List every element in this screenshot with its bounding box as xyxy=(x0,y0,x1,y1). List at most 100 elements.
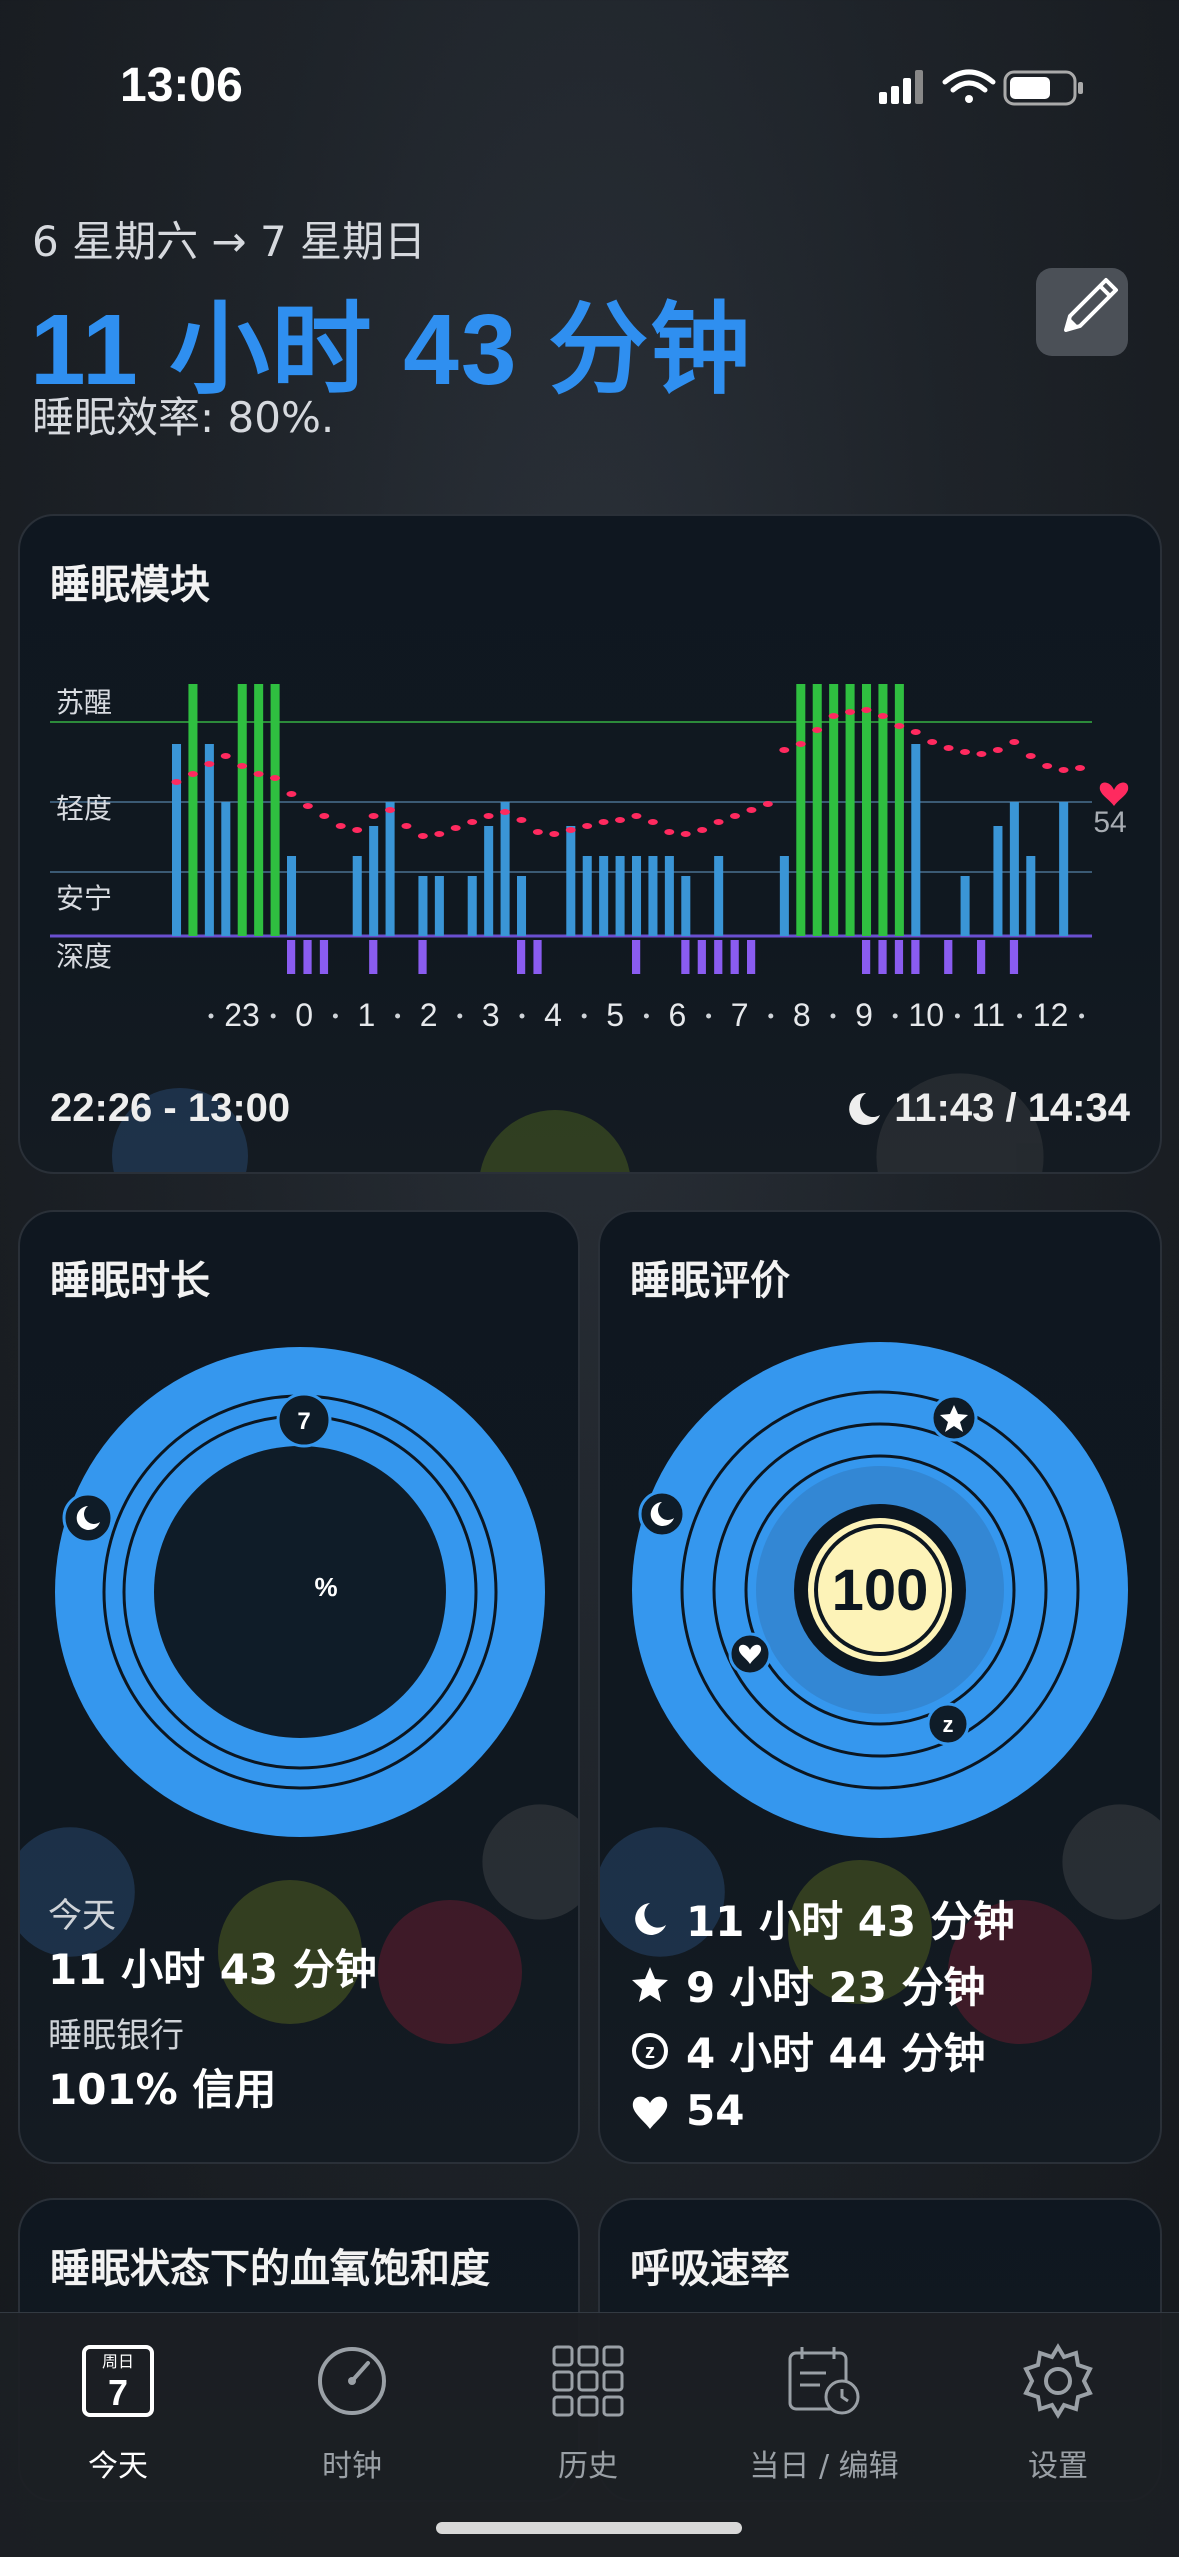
rating-deep-value: 4 小时 44 分钟 xyxy=(686,2029,986,2078)
sleep-rating-card[interactable]: 睡眠评价 100 z 11 小时 43 分钟 9 小时 23 分钟 z 4 小时… xyxy=(598,1210,1162,2164)
heart-rate-point xyxy=(253,771,264,777)
moon-marker-icon xyxy=(638,1490,686,1538)
sleep-stage-chart: 苏醒轻度安宁深度 23 0 1 2 3 4 5 6 7 8 9 10 11 12 54 xyxy=(50,684,1129,1033)
hour-tick-label: 10 xyxy=(908,997,944,1033)
heart-rate-point xyxy=(434,831,445,837)
deep-sleep-bar xyxy=(303,940,312,974)
heart-rate-point xyxy=(450,825,461,831)
stage-bar xyxy=(287,856,297,936)
heart-rate-point xyxy=(417,833,428,839)
stage-label: 轻度 xyxy=(56,792,112,825)
stage-bar xyxy=(270,684,280,936)
stage-bar xyxy=(812,684,822,936)
sleep-duration-card[interactable]: 睡眠时长 7 % 今天 11 小时 43 分钟 睡眠银行 101% 信用 xyxy=(18,1210,580,2164)
sleep-duration-rings: 7 % xyxy=(55,1347,545,1837)
sleep-ratio-value: 11:43 / 14:34 xyxy=(894,1086,1130,1130)
heart-rate-point xyxy=(368,813,379,819)
heart-rate-point xyxy=(302,803,313,809)
stage-bar xyxy=(993,826,1003,936)
stage-bar xyxy=(369,826,379,936)
tab-settings[interactable]: 设置 xyxy=(968,2329,1148,2484)
deep-sleep-bar xyxy=(714,940,723,974)
heart-rate-point xyxy=(582,823,593,829)
stage-bar xyxy=(582,856,592,936)
hour-tick-dot xyxy=(332,1013,338,1019)
heart-rate-point xyxy=(615,817,626,823)
heart-rate-point xyxy=(730,813,741,819)
svg-text:z: z xyxy=(943,1712,954,1737)
hour-tick-label: 1 xyxy=(358,997,376,1033)
heart-rate-point xyxy=(187,771,198,777)
heart-rate-point xyxy=(1075,765,1086,771)
star-icon xyxy=(632,1966,668,2002)
calendar-weekday: 周日 xyxy=(102,2352,134,2371)
date-range: 6 星期六 → 7 星期日 xyxy=(32,217,427,266)
gear-icon xyxy=(1023,2343,1093,2419)
stage-bar xyxy=(681,876,691,936)
stage-bar xyxy=(894,684,904,936)
heart-rate-point xyxy=(500,809,511,815)
rating-row-deep: z 4 小时 44 分钟 xyxy=(628,2020,986,2081)
svg-text:z: z xyxy=(645,2041,655,2063)
hour-tick-dot xyxy=(706,1013,712,1019)
hour-tick-dot xyxy=(768,1013,774,1019)
heart-rate-point xyxy=(960,749,971,755)
deep-sleep-bar xyxy=(681,940,690,974)
current-heart-rate: 54 xyxy=(1093,806,1126,839)
heart-rate-point xyxy=(532,829,543,835)
heart-icon xyxy=(632,2096,668,2129)
hour-tick-label: 7 xyxy=(731,997,749,1033)
hour-tick-dot xyxy=(892,1013,898,1019)
heart-rate-point xyxy=(943,745,954,751)
heart-rate-point xyxy=(335,823,346,829)
sleep-ratio: 11:43 / 14:34 xyxy=(844,1086,1130,1131)
deep-sleep-bar xyxy=(697,940,706,974)
stage-bar xyxy=(434,876,444,936)
tab-clock-label: 时钟 xyxy=(322,2449,382,2484)
goal-badge: 7 xyxy=(276,1392,332,1448)
sleep-efficiency: 睡眠效率: 80%. xyxy=(32,393,335,442)
heart-rate-point xyxy=(845,709,856,715)
tab-clock[interactable]: 时钟 xyxy=(262,2329,442,2484)
hour-tick-label: 6 xyxy=(669,997,687,1033)
stage-bar xyxy=(188,684,198,936)
stage-bar xyxy=(632,856,642,936)
stage-bar xyxy=(960,876,970,936)
tab-today[interactable]: 周日 7 今天 xyxy=(28,2329,208,2484)
heart-rate-point xyxy=(1009,739,1020,745)
heart-rate-point xyxy=(713,819,724,825)
deep-sleep-bar xyxy=(911,940,920,974)
tab-bar: 周日 7 今天 时钟 历史 当日 / 编辑 设置 xyxy=(0,2312,1179,2557)
hour-tick-label: 2 xyxy=(420,997,438,1033)
stage-bar xyxy=(517,876,527,936)
hour-tick-label: 5 xyxy=(606,997,624,1033)
sleep-score: 100 xyxy=(832,1558,929,1623)
stage-bar xyxy=(878,684,888,936)
tab-day-edit[interactable]: 当日 / 编辑 xyxy=(734,2329,914,2484)
sleep-module-card[interactable]: 睡眠模块 苏醒 轻度 安宁 深度 23 0 1 2 3 4 5 6 7 8 9 10 11 12 54 22:2… xyxy=(18,514,1162,1174)
hour-tick-label: 8 xyxy=(793,997,811,1033)
tab-history[interactable]: 历史 xyxy=(498,2329,678,2484)
hour-tick-dot xyxy=(270,1013,276,1019)
today-value: 11 小时 43 分钟 xyxy=(48,1945,377,1994)
deep-sleep-bar xyxy=(894,940,904,974)
heart-rate-point xyxy=(483,813,494,819)
percent-symbol: % xyxy=(314,1572,337,1602)
heart-rate-point xyxy=(401,823,412,829)
hour-tick-dot xyxy=(395,1013,401,1019)
status-icons xyxy=(879,69,1083,106)
rating-quality-value: 9 小时 23 分钟 xyxy=(686,1963,986,2012)
hour-tick-label: 11 xyxy=(972,997,1005,1033)
moon-marker-icon xyxy=(62,1492,114,1544)
deep-sleep-bar xyxy=(632,940,641,974)
hour-tick-dot xyxy=(581,1013,587,1019)
cellular-icon xyxy=(879,70,923,104)
heart-rate-point xyxy=(549,831,560,837)
stage-bar xyxy=(500,802,510,936)
stage-bar xyxy=(648,856,658,936)
hour-tick-label: 23 xyxy=(224,997,260,1033)
deep-sleep-bar xyxy=(287,940,296,974)
rating-row-heart: 54 xyxy=(628,2086,744,2135)
edit-button[interactable] xyxy=(1036,268,1128,356)
heart-rate-point xyxy=(861,707,872,713)
